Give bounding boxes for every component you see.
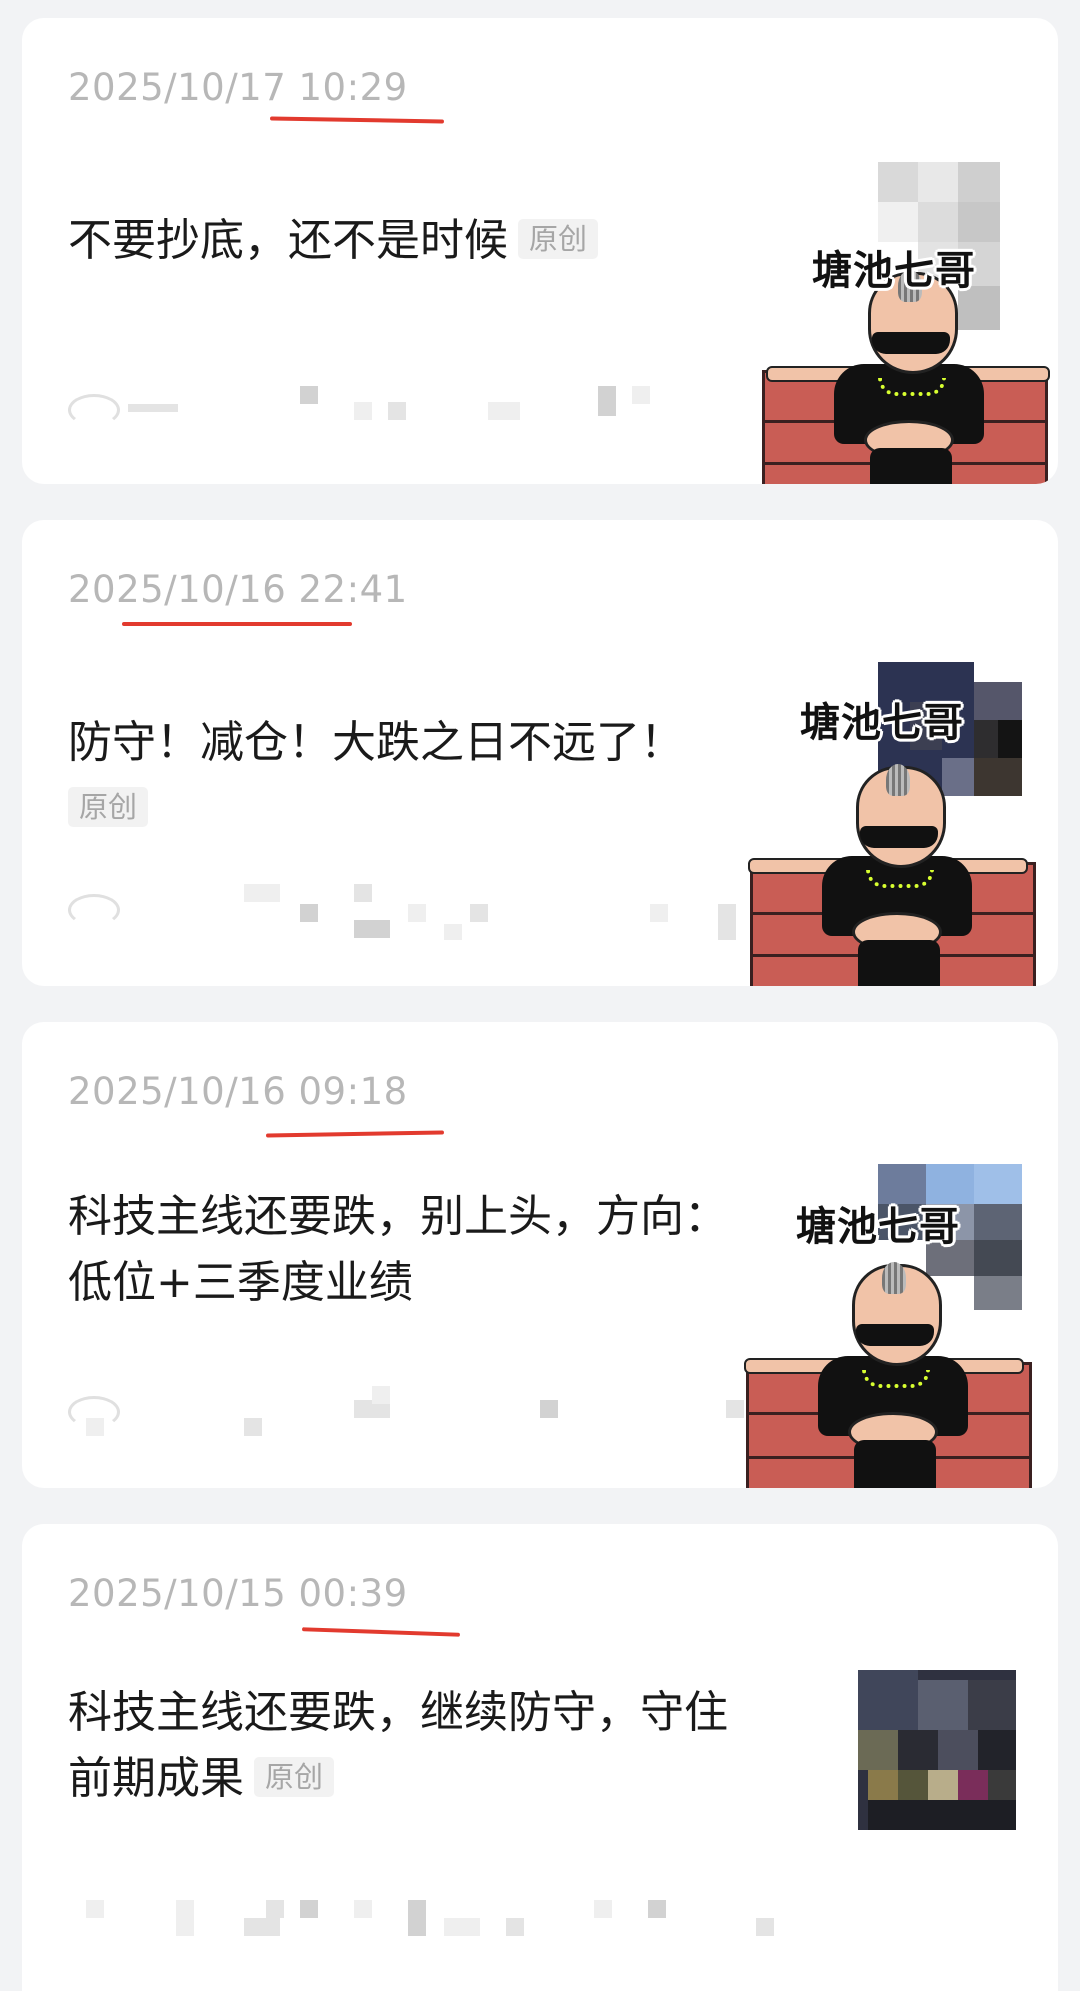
article-date: 2025/10/16 22:41 (68, 568, 408, 611)
article-card[interactable]: 2025/10/16 09:18 科技主线还要跌，别上头，方向： 低位+三季度业… (22, 1022, 1058, 1488)
article-date: 2025/10/16 09:18 (68, 1070, 408, 1113)
article-date: 2025/10/17 10:29 (68, 66, 408, 109)
annotation-underline (122, 622, 352, 626)
annotation-underline (269, 116, 445, 124)
article-thumbnail: 塘池七哥 (720, 1164, 1032, 1488)
article-stats (68, 1900, 808, 1970)
article-stats (68, 380, 808, 450)
article-thumbnail: 塘池七哥 (722, 658, 1036, 986)
article-title-text: 防守！减仓！大跌之日不远了！ (68, 717, 684, 768)
article-date: 2025/10/15 00:39 (68, 1572, 408, 1615)
eye-icon (68, 394, 120, 426)
article-title-line: 科技主线还要跌，继续防守，守住 (68, 1687, 728, 1738)
thumbnail-caption: 塘池七哥 (800, 700, 964, 746)
article-title: 科技主线还要跌，继续防守，守住 前期成果 原创 (68, 1680, 808, 1812)
thumbnail-caption: 塘池七哥 (796, 1204, 960, 1250)
article-stats (68, 1386, 808, 1456)
article-thumbnail (858, 1670, 1016, 1830)
article-card[interactable]: 2025/10/15 00:39 科技主线还要跌，继续防守，守住 前期成果 原创 (22, 1524, 1058, 1991)
annotation-underline (265, 1130, 445, 1138)
article-title-line: 科技主线还要跌，别上头，方向： (68, 1191, 728, 1242)
article-thumbnail: 塘池七哥 (742, 158, 1050, 484)
article-title-text: 不要抄底，还不是时候 (68, 215, 508, 266)
thumbnail-caption: 塘池七哥 (812, 248, 976, 294)
article-card[interactable]: 2025/10/17 10:29 不要抄底，还不是时候 原创 塘池七哥 (22, 18, 1058, 484)
article-title-line: 低位+三季度业绩 (68, 1257, 413, 1308)
original-tag: 原创 (518, 219, 599, 259)
article-card[interactable]: 2025/10/16 22:41 防守！减仓！大跌之日不远了！ 原创 塘池七哥 (22, 520, 1058, 986)
original-tag: 原创 (254, 1757, 335, 1797)
article-title: 不要抄底，还不是时候 原创 (68, 208, 808, 274)
original-tag: 原创 (68, 787, 149, 827)
article-title: 科技主线还要跌，别上头，方向： 低位+三季度业绩 (68, 1184, 808, 1316)
article-title-line: 前期成果 (68, 1753, 244, 1804)
eye-icon (68, 894, 120, 926)
annotation-underline (301, 1627, 461, 1637)
article-title: 防守！减仓！大跌之日不远了！ 原创 (68, 710, 808, 842)
article-stats (68, 884, 808, 954)
